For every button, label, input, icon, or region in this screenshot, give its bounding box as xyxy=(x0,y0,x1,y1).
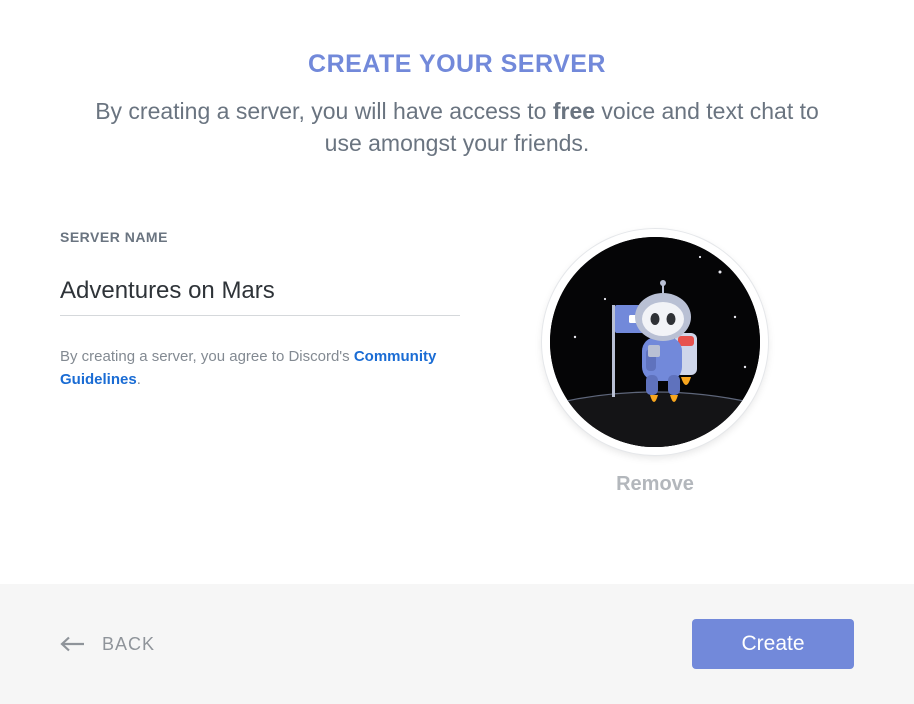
subtitle-bold: free xyxy=(553,98,595,124)
server-name-input[interactable] xyxy=(60,271,460,316)
disclaimer-suffix: . xyxy=(137,371,141,388)
modal-footer: BACK Create xyxy=(0,584,914,704)
server-icon-preview[interactable] xyxy=(542,229,768,455)
modal-title: CREATE YOUR SERVER xyxy=(60,50,854,79)
server-name-label: SERVER NAME xyxy=(60,229,460,245)
back-button[interactable]: BACK xyxy=(60,634,155,655)
disclaimer-prefix: By creating a server, you agree to Disco… xyxy=(60,348,354,365)
modal-subtitle: By creating a server, you will have acce… xyxy=(77,95,837,159)
discord-astronaut-icon xyxy=(550,237,760,447)
back-label: BACK xyxy=(102,634,155,655)
remove-icon-button[interactable]: Remove xyxy=(616,473,694,496)
arrow-left-icon xyxy=(60,636,86,652)
create-button[interactable]: Create xyxy=(692,619,854,669)
disclaimer-text: By creating a server, you agree to Disco… xyxy=(60,346,460,391)
subtitle-pre: By creating a server, you will have acce… xyxy=(95,98,553,124)
